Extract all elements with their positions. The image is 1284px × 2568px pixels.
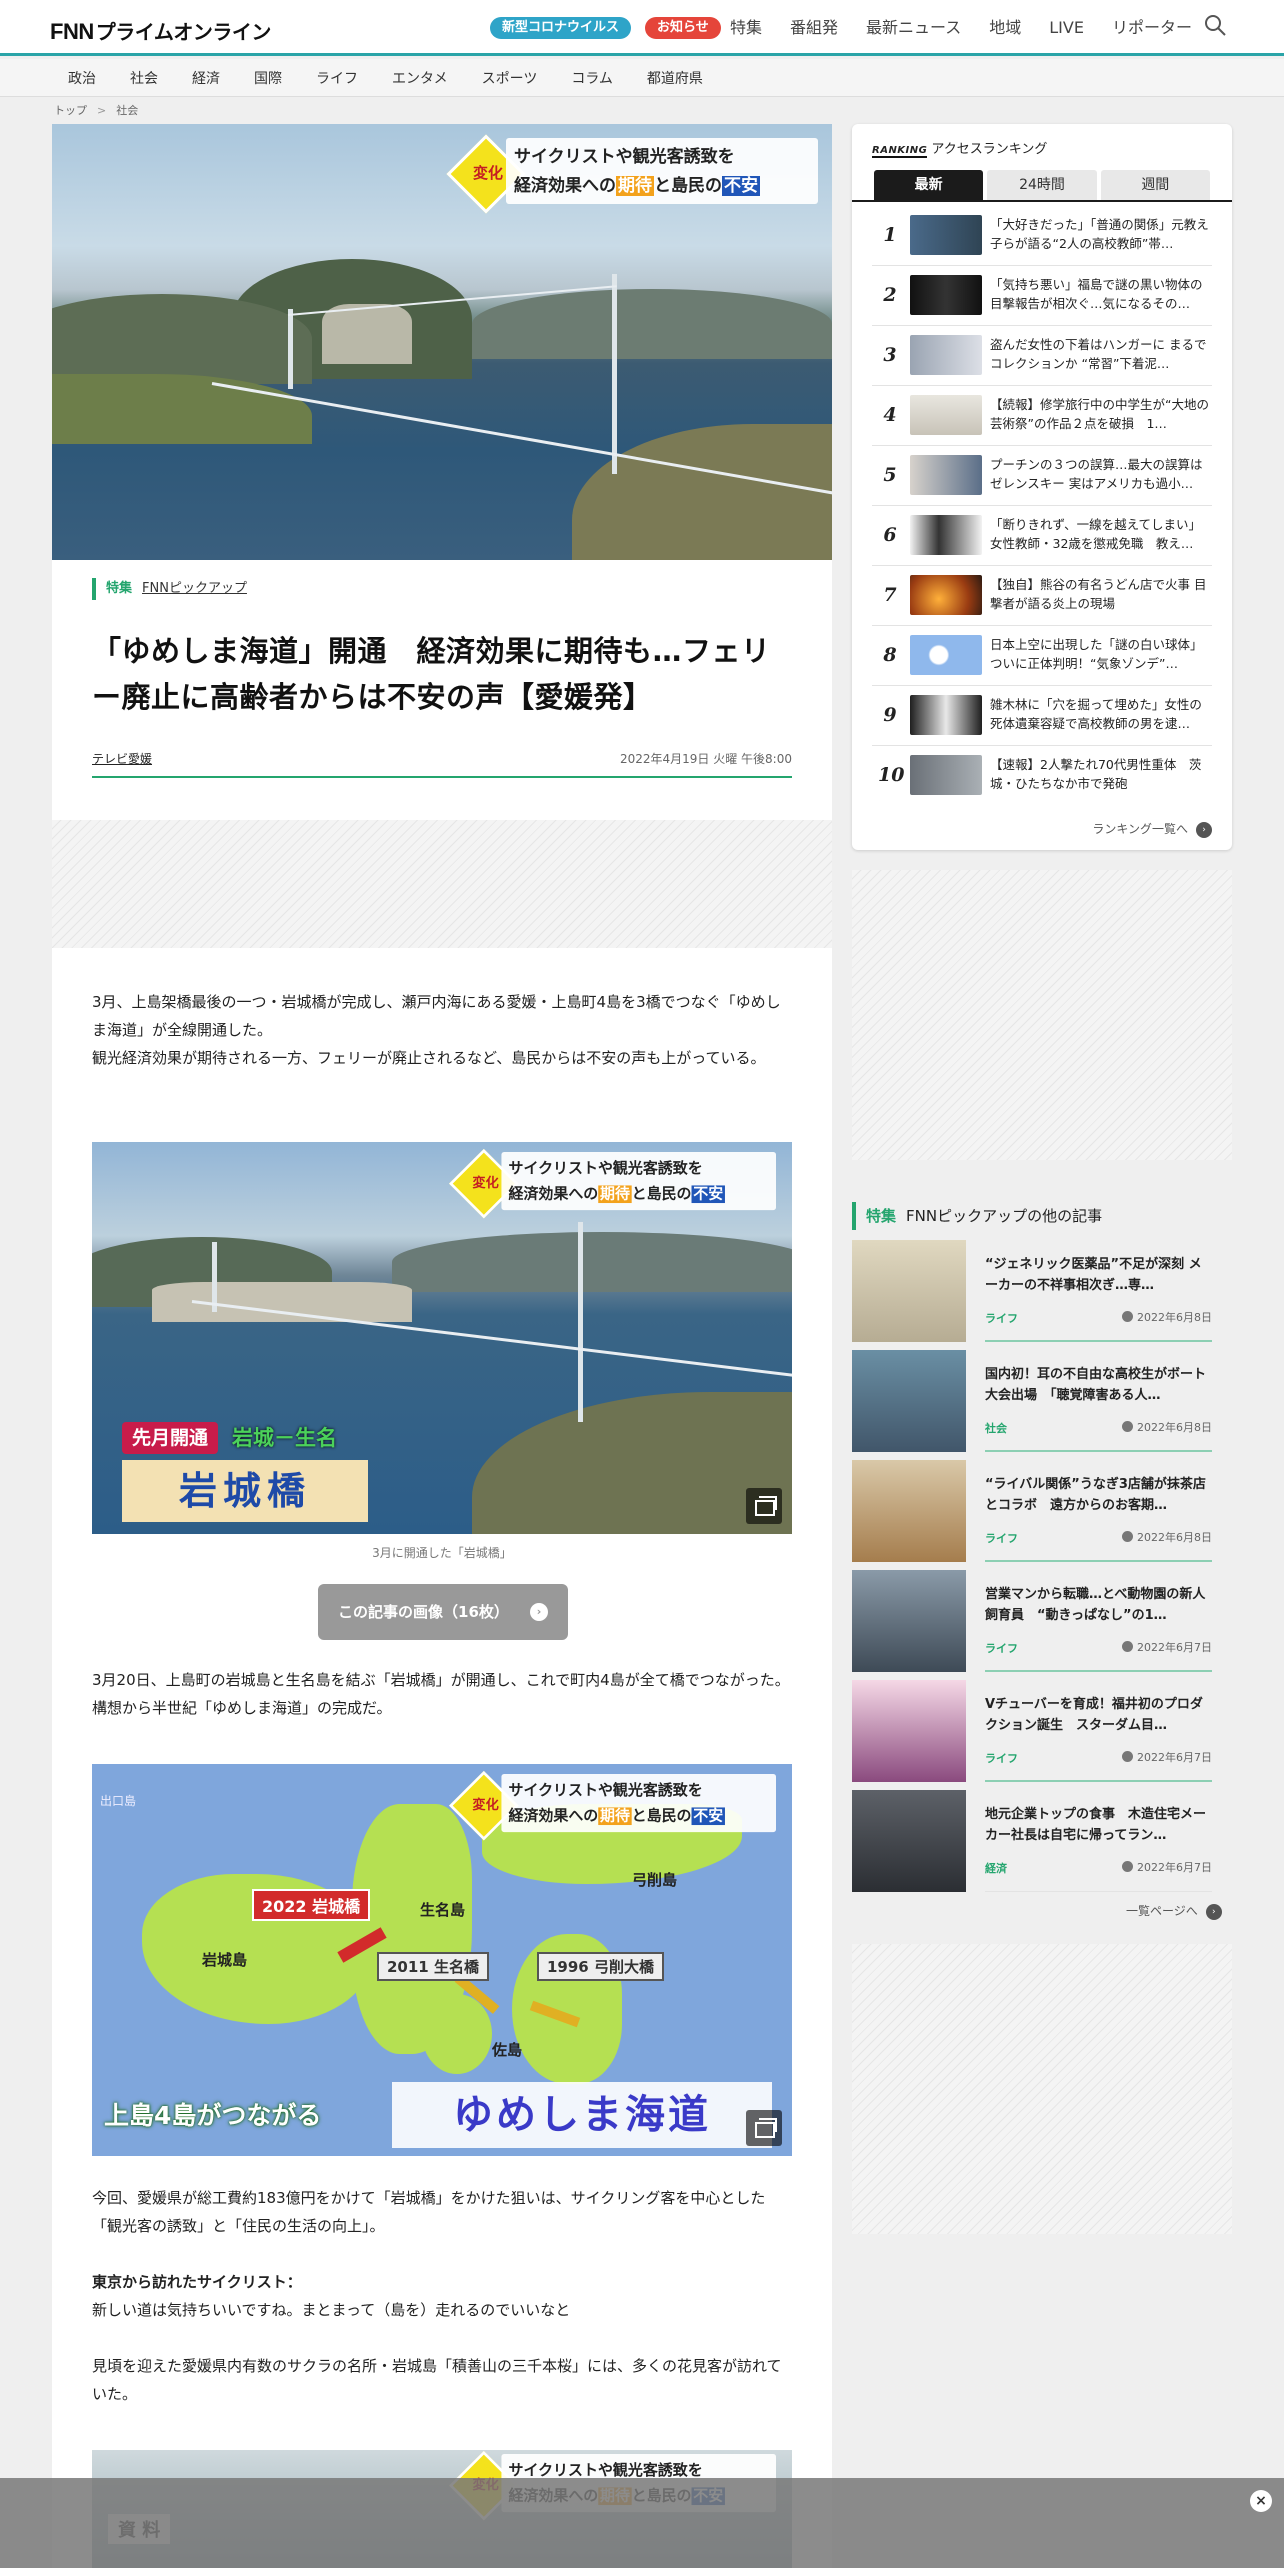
site-logo[interactable]: FNN プライムオンライン — [50, 16, 271, 45]
cat-entertainment[interactable]: エンタメ — [392, 68, 448, 88]
clock-icon — [1122, 1421, 1133, 1432]
arrow-right-icon: › — [1205, 1903, 1222, 1920]
cat-politics[interactable]: 政治 — [68, 68, 96, 88]
pickup-header: 特集 FNNピックアップの他の記事 — [852, 1202, 1102, 1230]
map-banner: 変化 サイクリストや観光客誘致を 経済効果への 期待 と島民の 不安 — [448, 1770, 776, 1841]
search-icon[interactable] — [1204, 14, 1226, 36]
ranking-item[interactable]: 2 「気持ち悪い」福島で謎の黒い物体の目撃報告が相次ぐ…気になるその… — [872, 266, 1212, 326]
ranking-item[interactable]: 4 【続報】修学旅行中の中学生が“大地の芸術祭”の作品２点を破損 1… — [872, 386, 1212, 446]
map-image[interactable]: 出口島 岩城島 生名島 弓削島 佐島 2022 岩城橋 2011 生名橋 199… — [92, 1764, 792, 2156]
nav-reporter[interactable]: リポーター — [1112, 17, 1192, 39]
hero-banner: 変化 サイクリストや観光客誘致を 経済効果への 期待 と島民の 不安 — [446, 134, 818, 214]
cat-economy[interactable]: 経済 — [192, 68, 220, 88]
article-paragraph: 見頃を迎えた愛媛県内有数のサクラの名所・岩城島「積善山の三千本桜」には、多くの花… — [92, 2357, 782, 2403]
pickup-link[interactable]: FNNピックアップ — [142, 581, 247, 596]
tab-latest[interactable]: 最新 — [874, 170, 984, 200]
ranking-item[interactable]: 3 盗んだ女性の下着はハンガーに まるでコレクションか “常習”下着泥… — [872, 326, 1212, 386]
ranking-item[interactable]: 5 プーチンの３つの誤算…最大の誤算はゼレンスキー 実はアメリカも過小… — [872, 446, 1212, 506]
ranking-item[interactable]: 9 雑木林に「穴を掘って埋めた」女性の死体遺棄容疑で高校教師の男を逮… — [872, 686, 1212, 746]
clock-icon — [1122, 1311, 1133, 1322]
gallery-icon[interactable] — [746, 2110, 782, 2146]
breadcrumb-current[interactable]: 社会 — [116, 104, 138, 117]
nav-latest[interactable]: 最新ニュース — [866, 17, 961, 39]
pickup-item[interactable]: 地元企業トップの食事 木造住宅メーカー社長は自宅に帰ってラン… 経済 2022年… — [852, 1790, 1232, 1892]
category-nav: 政治 社会 経済 国際 ライフ エンタメ スポーツ コラム 都道府県 — [0, 59, 1284, 97]
feature-tag: 特集 FNNピックアップ — [92, 578, 792, 600]
article-paragraph: 3月、上島架橋最後の一つ・岩城橋が完成し、瀬戸内海にある愛媛・上島町4島を3橋で… — [92, 993, 781, 1067]
sticky-ad-bar: × — [0, 2478, 1284, 2568]
cat-prefectures[interactable]: 都道府県 — [647, 68, 703, 88]
ranking-item[interactable]: 10 【速報】2人撃たれ70代男性重体 茨城・ひたちなか市で発砲 — [872, 746, 1212, 806]
ad-slot — [52, 820, 832, 948]
publish-date: 2022年4月19日 火曜 午後8:00 — [619, 752, 792, 766]
ranking-item[interactable]: 7 【独自】熊谷の有名うどん店で火事 目撃者が語る炎上の現場 — [872, 566, 1212, 626]
bridge-photo[interactable]: 変化 サイクリストや観光客誘致を 経済効果への 期待 と島民の 不安 先月開通 岩城－… — [92, 1142, 792, 1534]
ad-slot — [852, 870, 1232, 1160]
article-paragraph: 今回、愛媛県が総工費約183億円をかけて「岩城橋」をかけた狙いは、サイクリング客… — [92, 2189, 766, 2235]
clock-icon — [1122, 1641, 1133, 1652]
article-meta: 特集 FNNピックアップ 「ゆめしま海道」開通 経済効果に期待も…フェリー廃止に高… — [92, 578, 792, 778]
ranking-item[interactable]: 8 日本上空に出現した「謎の白い球体」ついに正体判明！“気象ゾンデ”… — [872, 626, 1212, 686]
cat-society[interactable]: 社会 — [130, 68, 158, 88]
ad-slot — [852, 1944, 1232, 2234]
site-header: FNN プライムオンライン 新型コロナウイルス お知らせ 特集 番組発 最新ニュー… — [0, 0, 1284, 56]
covid-pill[interactable]: 新型コロナウイルス — [490, 17, 632, 39]
access-ranking: RANKING アクセスランキング 最新 24時間 週間 1 「大好きだった」「普通… — [852, 124, 1232, 850]
article-title: 「ゆめしま海道」開通 経済効果に期待も…フェリー廃止に高齢者からは不安の声【愛媛… — [92, 634, 771, 714]
arrow-right-icon: › — [530, 1603, 548, 1621]
cat-international[interactable]: 国際 — [254, 68, 282, 88]
article-quote: 東京から訪れたサイクリスト： 新しい道は気持ちいいですね。まとまって（島を）走れ… — [92, 2273, 571, 2319]
breadcrumb: トップ > 社会 — [54, 104, 139, 117]
notice-pill[interactable]: お知らせ — [645, 17, 721, 39]
pickup-item[interactable]: 国内初！耳の不自由な高校生がボート大会出場 「聴覚障害ある人… 社会 2022年… — [852, 1350, 1232, 1452]
byline: テレビ愛媛 2022年4月19日 火曜 午後8:00 — [92, 742, 792, 778]
clock-icon — [1122, 1751, 1133, 1762]
pickup-item[interactable]: “ライバル関係”うなぎ3店舗が抹茶店とコラボ 遠方からのお客期… ライフ 202… — [852, 1460, 1232, 1562]
cat-sports[interactable]: スポーツ — [482, 68, 538, 88]
top-nav: 特集 番組発 最新ニュース 地域 LIVE リポーター — [730, 17, 1220, 39]
tab-weekly[interactable]: 週間 — [1100, 170, 1210, 200]
cat-life[interactable]: ライフ — [316, 68, 358, 88]
article-paragraph: 3月20日、上島町の岩城島と生名島を結ぶ「岩城橋」が開通し、これで町内4島が全て… — [92, 1671, 790, 1717]
gallery-icon[interactable] — [746, 1488, 782, 1524]
nav-tokushu[interactable]: 特集 — [730, 17, 762, 39]
hero-image: 変化 サイクリストや観光客誘致を 経済効果への 期待 と島民の 不安 — [52, 124, 832, 560]
clock-icon — [1122, 1531, 1133, 1542]
ranking-item[interactable]: 1 「大好きだった」「普通の関係」元教え子らが語る“2人の高校教師”帯… — [872, 206, 1212, 266]
pickup-item[interactable]: 営業マンから転職…とべ動物園の新人飼育員 “動きっぱなし”の1… ライフ 202… — [852, 1570, 1232, 1672]
ranking-tabs: 最新 24時間 週間 — [874, 170, 1210, 200]
pickup-item[interactable]: Vチューバーを育成！福井初のプロダクション誕生 スターダム目… ライフ 2022… — [852, 1680, 1232, 1782]
cat-column[interactable]: コラム — [571, 68, 613, 88]
breadcrumb-top[interactable]: トップ — [54, 104, 87, 117]
ranking-header: RANKING アクセスランキング — [872, 142, 1048, 158]
clock-icon — [1122, 1861, 1133, 1872]
nav-live[interactable]: LIVE — [1049, 17, 1084, 39]
close-icon[interactable]: × — [1250, 2490, 1272, 2512]
pickup-more-link[interactable]: 一覧ページへ › — [1126, 1902, 1222, 1920]
gallery-button[interactable]: この記事の画像（16枚） › — [318, 1584, 568, 1640]
pickup-item[interactable]: “ジェネリック医薬品”不足が深刻 メーカーの不祥事相次ぎ…専… ライフ 2022… — [852, 1240, 1232, 1342]
ranking-item[interactable]: 6 「断りきれず、一線を越えてしまい」女性教師・32歳を懲戒免職 教え… — [872, 506, 1212, 566]
article-card: 変化 サイクリストや観光客誘致を 経済効果への 期待 と島民の 不安 特集 FNNピック… — [52, 124, 832, 2568]
photo-banner: 変化 サイクリストや観光客誘致を 経済効果への期待と島民の不安 — [448, 1148, 776, 1219]
photo-caption: 3月に開通した「岩城橋」 — [372, 1546, 512, 1560]
nav-region[interactable]: 地域 — [989, 17, 1021, 39]
nav-bangumi[interactable]: 番組発 — [790, 17, 838, 39]
source-link[interactable]: テレビ愛媛 — [92, 750, 152, 767]
arrow-right-icon: › — [1196, 821, 1212, 838]
tab-24h[interactable]: 24時間 — [987, 170, 1097, 200]
ranking-more-link[interactable]: ランキング一覧へ › — [1092, 820, 1212, 838]
